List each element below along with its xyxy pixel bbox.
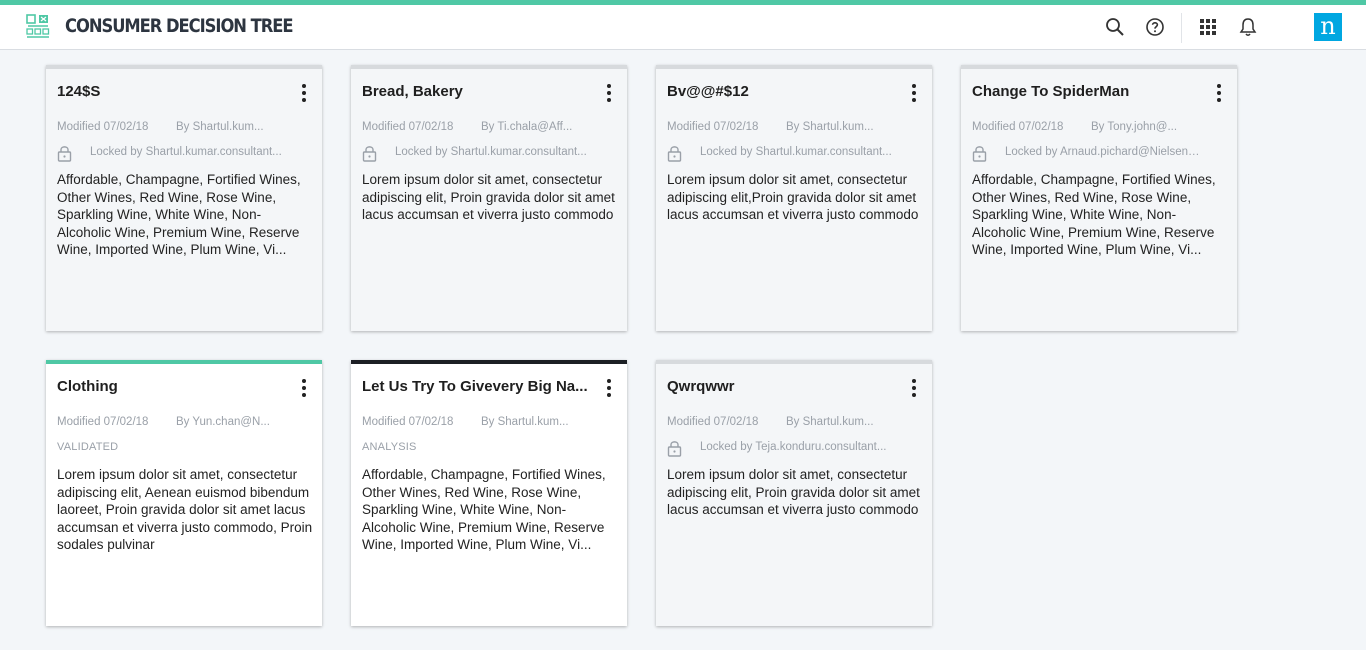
card-title[interactable]: 124$S — [57, 83, 287, 100]
lock-icon — [972, 145, 987, 162]
lock-info: Locked by Teja.konduru.consultant... — [667, 438, 917, 458]
card-clothing[interactable]: Clothing Modified 07/02/18 By Yun.chan@N… — [46, 360, 322, 626]
lock-info: Locked by Arnaud.pichard@Nielsen.... — [972, 143, 1222, 163]
card-description: Affordable, Champagne, Fortified Wines, … — [972, 172, 1216, 258]
card-124s[interactable]: 124$S Modified 07/02/18 By Shartul.kum..… — [46, 65, 322, 331]
search-icon[interactable] — [1104, 16, 1126, 38]
modified-date: Modified 07/02/18 — [362, 121, 454, 133]
card-description: Affordable, Champagne, Fortified Wines, … — [57, 172, 301, 258]
author: By Shartul.kum... — [786, 416, 874, 428]
header-divider — [1181, 13, 1182, 43]
app-title: CONSUMER DECISION TREE — [65, 15, 294, 37]
card-change-to-spiderman[interactable]: Change To SpiderMan Modified 07/02/18 By… — [961, 65, 1237, 331]
author: By Shartul.kum... — [176, 121, 264, 133]
locked-by: Locked by Teja.konduru.consultant... — [700, 441, 887, 453]
card-bread-bakery[interactable]: Bread, Bakery Modified 07/02/18 By Ti.ch… — [351, 65, 627, 331]
bell-icon[interactable] — [1237, 16, 1259, 38]
locked-by: Locked by Arnaud.pichard@Nielsen.... — [1005, 146, 1200, 158]
modified-date: Modified 07/02/18 — [667, 121, 759, 133]
brand-logo[interactable]: n — [1314, 13, 1342, 41]
card-description: Lorem ipsum dolor sit amet, consectetur … — [667, 172, 919, 223]
card-title[interactable]: Clothing — [57, 378, 287, 395]
card-let-us-try[interactable]: Let Us Try To Givevery Big Na... Modifie… — [351, 360, 627, 626]
card-description: Lorem ipsum dolor sit amet, consectetur … — [362, 172, 615, 223]
card-qwrqwwr[interactable]: Qwrqwwr Modified 07/02/18 By Shartul.kum… — [656, 360, 932, 626]
card-description: Lorem ipsum dolor sit amet, consectetur … — [57, 467, 313, 553]
more-vertical-icon[interactable] — [904, 376, 924, 400]
lock-info: Locked by Shartul.kumar.consultant... — [57, 143, 307, 163]
more-vertical-icon[interactable] — [904, 81, 924, 105]
card-title[interactable]: Qwrqwwr — [667, 378, 897, 395]
author: By Yun.chan@N... — [176, 416, 270, 428]
lock-icon — [667, 145, 682, 162]
modified-date: Modified 07/02/18 — [57, 121, 149, 133]
card-description: Lorem ipsum dolor sit amet, consectetur … — [667, 467, 920, 518]
modified-date: Modified 07/02/18 — [972, 121, 1064, 133]
lock-icon — [362, 145, 377, 162]
modified-date: Modified 07/02/18 — [362, 416, 454, 428]
more-vertical-icon[interactable] — [599, 81, 619, 105]
more-vertical-icon[interactable] — [599, 376, 619, 400]
status-label: ANALYSIS — [362, 441, 417, 453]
card-bv12[interactable]: Bv@@#$12 Modified 07/02/18 By Shartul.ku… — [656, 65, 932, 331]
modified-date: Modified 07/02/18 — [667, 416, 759, 428]
app-header: CONSUMER DECISION TREE n — [0, 5, 1366, 50]
card-title[interactable]: Bread, Bakery — [362, 83, 592, 100]
author: By Tony.john@... — [1091, 121, 1178, 133]
card-title[interactable]: Bv@@#$12 — [667, 83, 897, 100]
more-vertical-icon[interactable] — [294, 81, 314, 105]
apps-grid-icon[interactable] — [1197, 16, 1219, 38]
card-title[interactable]: Change To SpiderMan — [972, 83, 1202, 100]
lock-info: Locked by Shartul.kumar.consultant... — [667, 143, 917, 163]
status-label: VALIDATED — [57, 441, 119, 453]
author: By Ti.chala@Aff... — [481, 121, 573, 133]
lock-icon — [57, 145, 72, 162]
author: By Shartul.kum... — [786, 121, 874, 133]
lock-icon — [667, 440, 682, 457]
tree-logo-icon — [26, 14, 50, 40]
locked-by: Locked by Shartul.kumar.consultant... — [90, 146, 282, 158]
card-title[interactable]: Let Us Try To Givevery Big Na... — [362, 378, 592, 395]
modified-date: Modified 07/02/18 — [57, 416, 149, 428]
more-vertical-icon[interactable] — [294, 376, 314, 400]
card-description: Affordable, Champagne, Fortified Wines, … — [362, 467, 606, 553]
lock-info: Locked by Shartul.kumar.consultant... — [362, 143, 612, 163]
author: By Shartul.kum... — [481, 416, 569, 428]
locked-by: Locked by Shartul.kumar.consultant... — [700, 146, 892, 158]
locked-by: Locked by Shartul.kumar.consultant... — [395, 146, 587, 158]
help-icon[interactable] — [1144, 16, 1166, 38]
more-vertical-icon[interactable] — [1209, 81, 1229, 105]
